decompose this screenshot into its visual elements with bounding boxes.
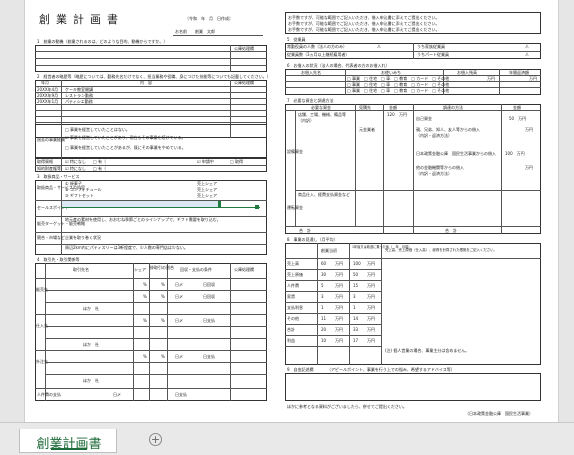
ip-yes-check[interactable]: □ 有（ [93, 167, 106, 171]
history-text-2: レストラン勤務 [65, 93, 93, 98]
forecast-row-divider [285, 302, 381, 303]
forecast-unit-later: 万円 [367, 272, 375, 277]
section-8-heading: 8 事業の見通し（月平均） [287, 237, 338, 242]
section-9-heading: 9 自由記述欄 [287, 367, 314, 372]
forecast-unit-later: 万円 [367, 305, 375, 310]
forecast-value-later: 33 [353, 327, 359, 332]
section-4-table [35, 263, 267, 401]
section-6-heading: 6 お借入の状況（法人の場合、代表者の方のお借入れ） [287, 63, 390, 68]
license-none-check[interactable]: ☑ 特になし [65, 160, 86, 164]
name-label: お名前 [175, 29, 187, 34]
section-5-heading: 5 従業員 [287, 37, 306, 42]
forecast-unit-initial: 万円 [335, 305, 343, 310]
forecast-row-label: その他 [287, 316, 299, 321]
name-value: 創業 太郎 [195, 29, 215, 34]
forecast-row-divider [285, 346, 381, 347]
forecast-value-initial: 5 [321, 283, 324, 288]
forecast-unit-initial: 万円 [335, 338, 343, 343]
forecast-value-later: 14 [353, 316, 359, 321]
forecast-row-label: 支払利息 [287, 305, 303, 310]
sales-point-text: 地元産の素材を使用し、おおむね季節ごとのラインナップで、ギフト需要を取り込む。 [65, 217, 221, 222]
forecast-row-divider [285, 335, 381, 336]
ip-none-check[interactable]: ☑ 特になし [65, 167, 86, 171]
forecast-value-later: 15 [353, 283, 359, 288]
competition-text: 周辺2km内にパティスリーは3軒程度で、少人数の専門店は少ない。 [65, 245, 188, 250]
past-exp-option-2[interactable]: ☑ 事業を経営していたことがあり、現在もその事業を続けている。 [65, 136, 186, 140]
license-acquired-check[interactable]: □ 取得 [230, 160, 243, 164]
forecast-unit-later: 万円 [367, 283, 375, 288]
forecast-unit-initial: 万円 [335, 316, 343, 321]
section-2-heading: 2 経営者の略歴等（略歴については、勤務先名だけでなく、担当業務や役職、身につけ… [37, 74, 271, 79]
product-1: ① 焼菓子 [65, 181, 82, 186]
history-year-3: 20XX年1月 [37, 99, 59, 104]
forecast-unit-later: 万円 [367, 327, 375, 332]
forecast-row-label: 人件費 [287, 283, 299, 288]
forecast-row-label: 売上高 [287, 261, 299, 266]
forecast-value-later: 100 [353, 261, 361, 266]
forecast-value-later: 17 [353, 338, 359, 343]
section-7-heading: 7 必要な資金と調達方法 [287, 98, 334, 103]
forecast-row-label: 売上原価 [287, 272, 303, 277]
forecast-row-label: 利益 [287, 338, 295, 343]
sheet-tab-active[interactable]: 創業計画書 [19, 429, 117, 453]
document-title: 創業計画書 [39, 13, 124, 26]
forecast-value-initial: 30 [321, 272, 327, 277]
forecast-value-initial: 3 [321, 294, 324, 299]
license-yes-check[interactable]: □ 有（ [93, 160, 106, 164]
forecast-unit-later: 万円 [367, 261, 375, 266]
section-1-heading: 1 創業の動機（創業されるのは、どのような目的、動機からですか。） [37, 39, 168, 44]
past-exp-option-1[interactable]: □ 事業を経営していたことはない。 [65, 128, 130, 132]
forecast-row-divider [285, 269, 381, 270]
forecast-row-divider [285, 324, 381, 325]
history-text-1: ケーキ教室開講 [65, 87, 93, 92]
forecast-unit-later: 万円 [367, 294, 375, 299]
forecast-row-divider [285, 280, 381, 281]
forecast-value-initial: 11 [321, 316, 327, 321]
forecast-value-initial: 60 [321, 261, 327, 266]
forecast-unit-initial: 万円 [335, 294, 343, 299]
forecast-value-later: 1 [353, 305, 356, 310]
forecast-row-divider [285, 291, 381, 292]
history-year-2: 20XX年9月 [37, 93, 59, 98]
forecast-unit-initial: 万円 [335, 261, 343, 266]
history-year-1: 20XX年4月 [37, 87, 59, 92]
forecast-unit-later: 万円 [367, 338, 375, 343]
forecast-row-label: 合計 [287, 327, 295, 332]
forecast-value-initial: 10 [321, 338, 327, 343]
forecast-value-later: 50 [353, 272, 359, 277]
product-2: ② コンフィチュール [65, 187, 102, 192]
forecast-row-label: 家賃 [287, 294, 295, 299]
history-text-3: パティシエ勤務 [65, 99, 93, 104]
past-exp-option-3[interactable]: □ 事業を経営していたことがあるが、既にその事業をやめている。 [65, 146, 186, 150]
document-date: 〔令和 年 月 日作成〕 [185, 16, 233, 21]
worksheet-page: 創業計画書 〔令和 年 月 日作成〕 お名前 創業 太郎 1 創業の動機（創業さ… [24, 0, 559, 422]
section-3-heading: 3 取扱商品・サービス [37, 174, 80, 179]
forecast-unit-initial: 万円 [335, 272, 343, 277]
forecast-value-initial: 20 [321, 327, 327, 332]
forecast-unit-later: 万円 [367, 316, 375, 321]
forecast-value-later: 3 [353, 294, 356, 299]
section-4-heading: 4 取引先・取引関係等 [37, 257, 80, 262]
active-tab-indicator [51, 448, 87, 450]
free-text-box[interactable] [285, 373, 541, 401]
forecast-unit-initial: 万円 [335, 327, 343, 332]
forecast-unit-initial: 万円 [335, 283, 343, 288]
add-sheet-button[interactable]: + [149, 433, 162, 446]
license-pending-check[interactable]: ☑ 申請中 [197, 160, 214, 164]
product-3: ③ ギフトセット [65, 193, 94, 198]
forecast-row-divider [285, 313, 381, 314]
forecast-value-initial: 1 [321, 305, 324, 310]
